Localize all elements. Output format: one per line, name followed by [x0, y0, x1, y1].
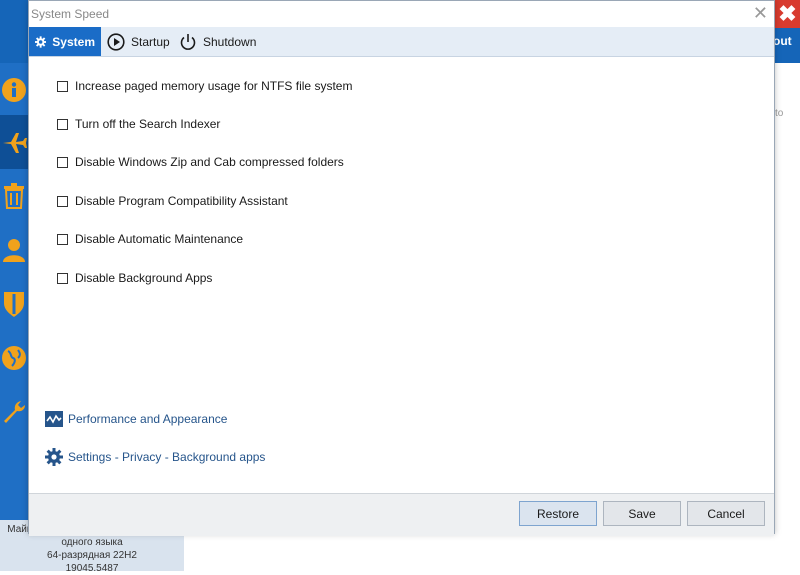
sidebar-item-clean[interactable] — [0, 169, 28, 223]
checkbox[interactable] — [57, 233, 68, 245]
option-search-indexer[interactable]: Turn off the Search Indexer — [57, 117, 220, 131]
option-ntfs-paged-memory[interactable]: Increase paged memory usage for NTFS fil… — [57, 79, 352, 93]
option-label: Disable Background Apps — [75, 271, 213, 285]
option-automatic-maintenance[interactable]: Disable Automatic Maintenance — [57, 232, 243, 246]
dialog-footer: Restore Save Cancel — [29, 493, 774, 536]
sidebar-item-network[interactable] — [0, 331, 28, 385]
link-privacy-background-apps[interactable]: Settings - Privacy - Background apps — [45, 448, 265, 466]
checkbox[interactable] — [57, 80, 68, 92]
link-label: Settings - Privacy - Background apps — [68, 450, 266, 464]
checkbox[interactable] — [57, 118, 68, 130]
sidebar-item-info[interactable] — [0, 63, 28, 117]
airplane-icon — [3, 133, 27, 153]
tab-system[interactable]: System — [29, 27, 101, 56]
os-info-line: 19045.5487 — [65, 563, 119, 574]
app-close-button[interactable]: ✖ — [775, 0, 800, 28]
power-icon — [180, 33, 196, 50]
sidebar-item-security[interactable] — [0, 277, 28, 331]
play-icon — [107, 32, 125, 51]
app-sidebar — [0, 63, 28, 571]
checkbox[interactable] — [57, 272, 68, 284]
sidebar-item-tools[interactable] — [0, 385, 28, 439]
gear-icon — [35, 35, 47, 48]
checkbox[interactable] — [57, 195, 68, 207]
tab-shutdown[interactable]: Shutdown — [173, 27, 262, 56]
sidebar-item-user[interactable] — [0, 223, 28, 277]
background-text-fragment: to — [775, 108, 784, 119]
system-speed-dialog: System Speed ✕ System Startup Shutdown I… — [28, 0, 775, 536]
tab-label: System — [52, 34, 95, 49]
option-label: Disable Automatic Maintenance — [75, 232, 244, 246]
option-label: Turn off the Search Indexer — [75, 117, 221, 131]
dialog-title: System Speed — [31, 7, 110, 21]
save-button[interactable]: Save — [603, 501, 681, 526]
close-icon: ✖ — [778, 1, 797, 26]
gear-icon — [45, 448, 63, 466]
dialog-close-button[interactable]: ✕ — [753, 3, 768, 24]
shield-icon — [4, 292, 24, 317]
option-label: Increase paged memory usage for NTFS fil… — [75, 79, 353, 93]
tab-label: Shutdown — [203, 34, 257, 49]
restore-button[interactable]: Restore — [519, 501, 597, 526]
trash-icon — [4, 183, 24, 209]
dialog-titlebar[interactable]: System Speed ✕ — [29, 1, 774, 27]
checkbox[interactable] — [57, 156, 68, 168]
tab-bar: System Startup Shutdown — [29, 27, 774, 57]
user-icon — [3, 239, 25, 262]
sidebar-item-speed[interactable] — [0, 115, 28, 169]
option-background-apps[interactable]: Disable Background Apps — [57, 271, 212, 285]
link-performance-appearance[interactable]: Performance and Appearance — [45, 410, 227, 428]
globe-icon — [2, 346, 26, 370]
cancel-button[interactable]: Cancel — [687, 501, 765, 526]
option-label: Disable Program Compatibility Assistant — [75, 194, 288, 208]
about-label[interactable]: out — [773, 34, 792, 48]
wrench-icon — [4, 401, 25, 423]
system-options-panel: Increase paged memory usage for NTFS fil… — [29, 56, 774, 493]
option-label: Disable Windows Zip and Cab compressed f… — [75, 155, 344, 169]
link-label: Performance and Appearance — [68, 412, 228, 426]
performance-chart-icon — [45, 411, 63, 427]
option-zip-cab-folders[interactable]: Disable Windows Zip and Cab compressed f… — [57, 155, 344, 169]
os-info-line: 64-разрядная 22H2 — [47, 550, 137, 561]
tab-startup[interactable]: Startup — [101, 27, 176, 56]
option-compatibility-assistant[interactable]: Disable Program Compatibility Assistant — [57, 194, 288, 208]
info-icon — [2, 78, 26, 102]
os-info-line: одного языка — [61, 537, 123, 548]
tab-label: Startup — [131, 34, 170, 49]
